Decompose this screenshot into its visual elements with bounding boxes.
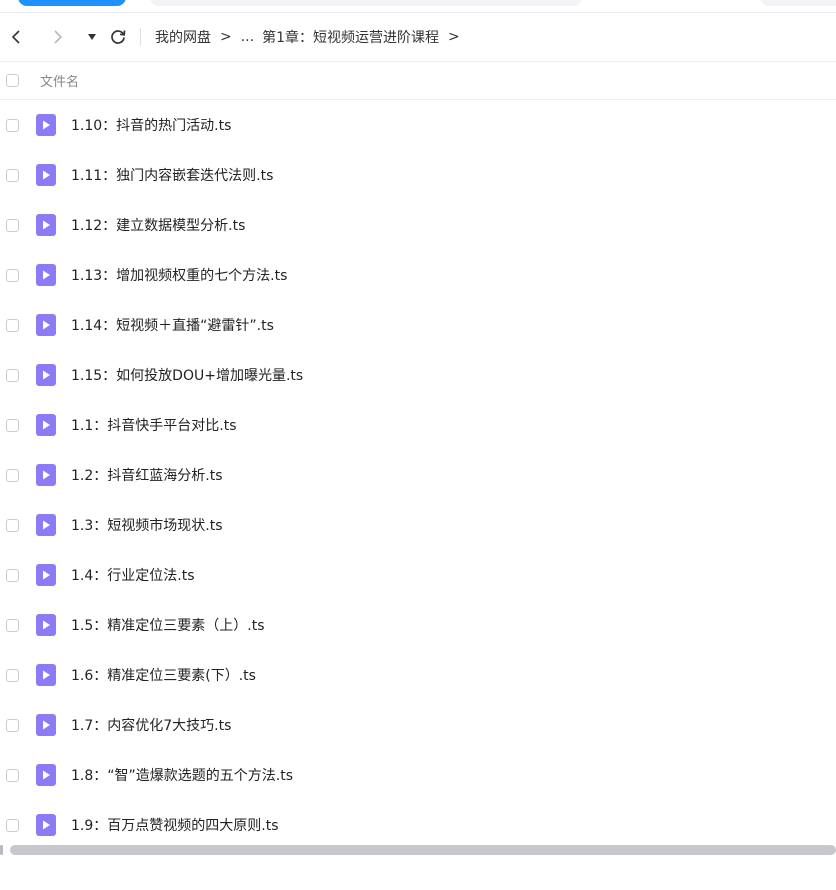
file-row[interactable]: 1.12：建立数据模型分析.ts [0, 200, 836, 250]
row-checkbox[interactable] [6, 368, 19, 382]
select-all-checkbox[interactable] [6, 74, 19, 87]
file-row[interactable]: 1.11：独门内容嵌套迭代法则.ts [0, 150, 836, 200]
file-row[interactable]: 1.5：精准定位三要素（上）.ts [0, 600, 836, 650]
file-name[interactable]: 1.13：增加视频权重的七个方法.ts [71, 265, 287, 285]
file-name[interactable]: 1.4：行业定位法.ts [71, 565, 195, 585]
file-list-header: 文件名 [0, 62, 836, 99]
file-row[interactable]: 1.14：短视频＋直播“避雷针”.ts [0, 300, 836, 350]
row-checkbox[interactable] [6, 468, 19, 482]
file-name[interactable]: 1.9：百万点赞视频的四大原则.ts [71, 815, 279, 835]
scrollbar-left-arrow[interactable] [0, 845, 3, 855]
video-file-icon [36, 464, 56, 486]
file-row[interactable]: 1.10：抖音的热门活动.ts [0, 100, 836, 150]
top-toolbar-strip [0, 0, 836, 12]
file-row[interactable]: 1.15：如何投放DOU+增加曝光量.ts [0, 350, 836, 400]
video-file-icon [36, 314, 56, 336]
row-checkbox[interactable] [6, 618, 19, 632]
file-row[interactable]: 1.2：抖音红蓝海分析.ts [0, 450, 836, 500]
file-list: 1.10：抖音的热门活动.ts 1.11：独门内容嵌套迭代法则.ts 1.12：… [0, 100, 836, 850]
video-file-icon [36, 814, 56, 836]
file-name[interactable]: 1.1：抖音快手平台对比.ts [71, 415, 237, 435]
video-file-icon [36, 214, 56, 236]
row-checkbox[interactable] [6, 118, 19, 132]
file-row[interactable]: 1.13：增加视频权重的七个方法.ts [0, 250, 836, 300]
file-name[interactable]: 1.11：独门内容嵌套迭代法则.ts [71, 165, 273, 185]
row-checkbox[interactable] [6, 568, 19, 582]
search-bar[interactable] [150, 0, 582, 6]
video-file-icon [36, 664, 56, 686]
file-name[interactable]: 1.14：短视频＋直播“避雷针”.ts [71, 315, 274, 335]
video-file-icon [36, 264, 56, 286]
file-row[interactable]: 1.8：“智”造爆款选题的五个方法.ts [0, 750, 836, 800]
file-row[interactable]: 1.7：内容优化7大技巧.ts [0, 700, 836, 750]
file-name[interactable]: 1.12：建立数据模型分析.ts [71, 215, 245, 235]
caret-down-icon[interactable] [82, 27, 102, 47]
video-file-icon [36, 514, 56, 536]
file-row[interactable]: 1.1：抖音快手平台对比.ts [0, 400, 836, 450]
file-row[interactable]: 1.9：百万点赞视频的四大原则.ts [0, 800, 836, 850]
file-row[interactable]: 1.3：短视频市场现状.ts [0, 500, 836, 550]
upload-button[interactable] [18, 0, 126, 6]
file-row[interactable]: 1.4：行业定位法.ts [0, 550, 836, 600]
toolbar-right-control[interactable] [760, 0, 836, 6]
row-checkbox[interactable] [6, 718, 19, 732]
file-name[interactable]: 1.8：“智”造爆款选题的五个方法.ts [71, 765, 293, 785]
video-file-icon [36, 364, 56, 386]
file-name[interactable]: 1.3：短视频市场现状.ts [71, 515, 223, 535]
breadcrumb-my-drive[interactable]: 我的网盘 [155, 27, 211, 47]
row-checkbox[interactable] [6, 768, 19, 782]
row-checkbox[interactable] [6, 818, 19, 832]
breadcrumb-ellipsis[interactable]: ... [241, 29, 254, 45]
row-checkbox[interactable] [6, 168, 19, 182]
row-checkbox[interactable] [6, 268, 19, 282]
file-name[interactable]: 1.2：抖音红蓝海分析.ts [71, 465, 223, 485]
horizontal-scrollbar[interactable] [10, 845, 836, 855]
video-file-icon [36, 114, 56, 136]
video-file-icon [36, 714, 56, 736]
navigation-bar: 我的网盘 > ... 第1章：短视频运营进阶课程 > [0, 13, 836, 61]
video-file-icon [36, 414, 56, 436]
chevron-left-icon[interactable] [6, 27, 26, 47]
breadcrumb-separator: > [448, 29, 460, 45]
file-name[interactable]: 1.10：抖音的热门活动.ts [71, 115, 231, 135]
file-name[interactable]: 1.7：内容优化7大技巧.ts [71, 715, 231, 735]
nav-separator [140, 28, 141, 46]
video-file-icon [36, 164, 56, 186]
video-file-icon [36, 764, 56, 786]
file-row[interactable]: 1.6：精准定位三要素(下）.ts [0, 650, 836, 700]
filename-column-header[interactable]: 文件名 [40, 71, 79, 90]
row-checkbox[interactable] [6, 518, 19, 532]
file-name[interactable]: 1.5：精准定位三要素（上）.ts [71, 615, 265, 635]
row-checkbox[interactable] [6, 668, 19, 682]
row-checkbox[interactable] [6, 218, 19, 232]
video-file-icon [36, 564, 56, 586]
row-checkbox[interactable] [6, 418, 19, 432]
file-name[interactable]: 1.6：精准定位三要素(下）.ts [71, 665, 256, 685]
breadcrumb-separator: > [220, 29, 232, 45]
file-name[interactable]: 1.15：如何投放DOU+增加曝光量.ts [71, 365, 303, 385]
row-checkbox[interactable] [6, 318, 19, 332]
breadcrumb-current-folder: 第1章：短视频运营进阶课程 [262, 30, 440, 46]
video-file-icon [36, 614, 56, 636]
refresh-icon[interactable] [108, 27, 128, 47]
chevron-right-icon[interactable] [48, 27, 68, 47]
